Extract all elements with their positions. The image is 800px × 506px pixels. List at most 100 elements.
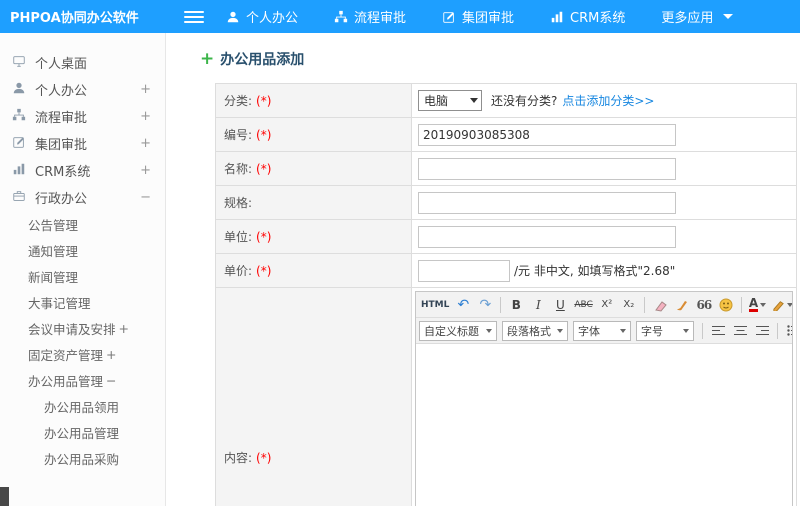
sidebar-subitem-fixed-assets-mgmt[interactable]: 固定资产管理 +: [0, 341, 165, 367]
form-row-code: 编号: (*): [216, 118, 796, 152]
nav-group-approval[interactable]: 集团审批: [442, 7, 514, 26]
unit-input[interactable]: [418, 225, 676, 248]
sidebar-subitem-news-mgmt[interactable]: 新闻管理: [0, 263, 165, 289]
strikethrough-button[interactable]: ABC: [572, 295, 594, 315]
edit-icon: [442, 10, 456, 24]
topbar: PHPOA协同办公软件 个人办公 流程审批 集团审批 CRM系统 更多应用: [0, 0, 800, 33]
font-size-dropdown[interactable]: 字号: [636, 320, 694, 341]
expand-toggle: +: [140, 136, 151, 151]
editor-content-area[interactable]: [416, 344, 792, 506]
page-title-text: 办公用品添加: [220, 52, 305, 68]
underline-button[interactable]: U: [550, 295, 570, 315]
sidebar-scrollbar[interactable]: [0, 487, 9, 506]
expand-toggle: +: [140, 109, 151, 124]
toolbar-separator: [702, 322, 703, 339]
sidebar-item-label: 个人桌面: [35, 57, 88, 72]
subscript-button[interactable]: X₂: [619, 295, 639, 315]
briefcase-icon: [12, 189, 35, 207]
price-label: 单价: (*): [216, 254, 412, 287]
nav-label: 流程审批: [354, 11, 407, 26]
required-mark: (*): [256, 263, 272, 278]
caret-down-icon: [760, 302, 767, 307]
font-color-button[interactable]: A: [747, 295, 768, 315]
name-input[interactable]: [418, 157, 676, 180]
sidebar-subitem-memorabilia-mgmt[interactable]: 大事记管理: [0, 289, 165, 315]
font-family-dropdown[interactable]: 字体: [573, 320, 631, 341]
blockquote-button[interactable]: 66: [694, 295, 714, 315]
sidebar-item-workflow-approval[interactable]: 流程审批 +: [0, 103, 165, 130]
sidebar-subitem-meeting-request[interactable]: 会议申请及安排 +: [0, 315, 165, 341]
sidebar-item-personal-office[interactable]: 个人办公 +: [0, 76, 165, 103]
add-supply-form: 分类: (*) 电脑 还没有分类? 点击添加分类>> 编号: (*) 20190…: [215, 83, 797, 506]
eraser-icon[interactable]: [650, 295, 670, 315]
sidebar-item-group-approval[interactable]: 集团审批 +: [0, 130, 165, 157]
sidebar-subsubitem-supplies-purchase[interactable]: 办公用品采购: [0, 445, 165, 471]
required-mark: (*): [256, 229, 272, 244]
custom-heading-dropdown[interactable]: 自定义标题: [419, 320, 497, 341]
nav-label: 更多应用: [661, 11, 714, 26]
person-icon: [12, 81, 35, 99]
nav-more-apps[interactable]: 更多应用: [661, 7, 734, 26]
format-brush-icon[interactable]: [672, 295, 692, 315]
bold-button[interactable]: B: [506, 295, 526, 315]
sidebar-item-label: CRM系统: [35, 165, 91, 180]
required-mark: (*): [256, 127, 272, 142]
source-code-button[interactable]: HTML: [419, 295, 451, 315]
superscript-button[interactable]: X²: [597, 295, 617, 315]
chart-icon: [12, 162, 35, 180]
align-left-icon[interactable]: [708, 321, 728, 341]
editor-toolbar-row1: HTML ↶ ↷ B I U ABC X² X₂ 66 A: [416, 292, 792, 318]
menu-toggle-icon[interactable]: [184, 8, 204, 26]
flow-icon: [334, 10, 348, 24]
sidebar-subsubitem-supplies-claim[interactable]: 办公用品领用: [0, 393, 165, 419]
sidebar-subitem-announcement-mgmt[interactable]: 公告管理: [0, 211, 165, 237]
nav-personal-office[interactable]: 个人办公: [226, 7, 298, 26]
sidebar-subitem-office-supplies-mgmt[interactable]: 办公用品管理 −: [0, 367, 165, 393]
sidebar-item-admin-office[interactable]: 行政办公 −: [0, 184, 165, 211]
code-input[interactable]: [418, 123, 676, 146]
toolbar-separator: [740, 296, 742, 313]
caret-down-icon: [723, 14, 734, 19]
name-label: 名称: (*): [216, 152, 412, 185]
paragraph-format-dropdown[interactable]: 段落格式: [502, 320, 568, 341]
app-logo[interactable]: PHPOA协同办公软件: [0, 7, 168, 26]
sidebar-item-personal-desktop[interactable]: 个人桌面: [0, 49, 165, 76]
form-row-name: 名称: (*): [216, 152, 796, 186]
nav-label: CRM系统: [570, 11, 626, 26]
sidebar-subsubitem-supplies-manage[interactable]: 办公用品管理: [0, 419, 165, 445]
add-category-link[interactable]: 点击添加分类>>: [562, 92, 654, 109]
required-mark: (*): [256, 161, 272, 176]
unordered-list-icon[interactable]: [783, 321, 792, 341]
sidebar-subitem-notice-mgmt[interactable]: 通知管理: [0, 237, 165, 263]
desktop-icon: [12, 54, 35, 72]
italic-button[interactable]: I: [528, 295, 548, 315]
toolbar-separator: [500, 296, 502, 313]
align-right-icon[interactable]: [752, 321, 772, 341]
page-title: + 办公用品添加: [200, 49, 800, 69]
caret-down-icon: [486, 328, 492, 333]
spec-label: 规格:: [216, 186, 412, 219]
price-input[interactable]: [418, 259, 510, 282]
select-caret-icon: [470, 98, 478, 103]
spec-input[interactable]: [418, 191, 676, 214]
category-select[interactable]: 电脑: [418, 90, 482, 111]
caret-down-icon: [683, 328, 689, 333]
sidebar-item-crm-system[interactable]: CRM系统 +: [0, 157, 165, 184]
undo-icon[interactable]: ↶: [453, 295, 473, 315]
add-icon: +: [200, 48, 215, 69]
form-row-price: 单价: (*) /元 非中文, 如填写格式"2.68": [216, 254, 796, 288]
toolbar-separator: [777, 322, 778, 339]
toolbar-separator: [643, 296, 645, 313]
redo-icon[interactable]: ↷: [475, 295, 495, 315]
caret-down-icon: [557, 328, 563, 333]
nav-workflow-approval[interactable]: 流程审批: [334, 7, 406, 26]
caret-down-icon: [620, 328, 626, 333]
content-label: 内容: (*): [216, 288, 412, 506]
nav-crm-system[interactable]: CRM系统: [550, 7, 625, 26]
emoticon-icon[interactable]: [716, 295, 736, 315]
highlight-pen-button[interactable]: [770, 295, 792, 315]
align-center-icon[interactable]: [730, 321, 750, 341]
sidebar-item-label: 集团审批: [35, 138, 88, 153]
expand-toggle: +: [140, 82, 151, 97]
sidebar-item-label: 个人办公: [35, 84, 88, 99]
